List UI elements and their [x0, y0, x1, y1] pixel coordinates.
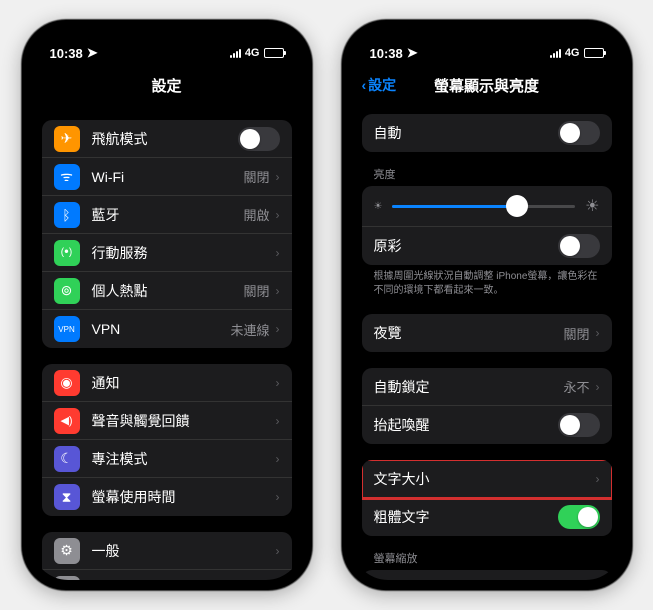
row-sounds[interactable]: ◀) 聲音與觸覺回饋 ›: [42, 402, 292, 440]
row-bluetooth[interactable]: ᛒ 藍牙 開啟 ›: [42, 196, 292, 234]
back-button[interactable]: ‹ 設定: [362, 75, 397, 95]
section-auto: 自動: [362, 114, 612, 152]
header: ‹ 設定 螢幕顯示與亮度: [352, 66, 622, 104]
phone-frame-right: 10:38 ➤ 4G ‹ 設定 螢幕顯示與亮度 自動: [342, 20, 632, 590]
row-auto[interactable]: 自動: [362, 114, 612, 152]
screen-right: 10:38 ➤ 4G ‹ 設定 螢幕顯示與亮度 自動: [352, 30, 622, 580]
true-tone-toggle[interactable]: [558, 234, 600, 258]
chevron-icon: ›: [276, 208, 280, 222]
focus-icon: ☾: [54, 446, 80, 472]
row-focus[interactable]: ☾ 專注模式 ›: [42, 440, 292, 478]
network-label: 4G: [245, 47, 260, 59]
header: 設定: [32, 66, 302, 104]
chevron-left-icon: ‹: [362, 77, 367, 93]
chevron-icon: ›: [276, 544, 280, 558]
row-vpn[interactable]: VPN VPN 未連線 ›: [42, 310, 292, 348]
auto-toggle[interactable]: [558, 121, 600, 145]
row-cellular[interactable]: (ꔷ) 行動服務 ›: [42, 234, 292, 272]
section-zoom: 顯示畫面 標準 ›: [362, 570, 612, 580]
section-general: ⚙ 一般 › ⊟ 控制中心 › AA 螢幕顯示與亮度 › ⊞ 主畫面 ›: [42, 532, 292, 580]
row-control-center[interactable]: ⊟ 控制中心 ›: [42, 570, 292, 580]
chevron-icon: ›: [276, 490, 280, 504]
location-icon: ➤: [87, 45, 98, 61]
chevron-icon: ›: [276, 414, 280, 428]
row-night-shift[interactable]: 夜覽 關閉 ›: [362, 314, 612, 352]
section-night-shift: 夜覽 關閉 ›: [362, 314, 612, 352]
signal-icon: [550, 49, 561, 58]
sound-icon: ◀): [54, 408, 80, 434]
display-settings-list[interactable]: 自動 亮度 ☀ ☀ 原彩 根據周圍光線狀況: [352, 104, 622, 580]
sun-large-icon: ☀: [585, 196, 599, 216]
battery-icon: [264, 48, 284, 58]
chevron-icon: ›: [276, 376, 280, 390]
row-hotspot[interactable]: ⊚ 個人熱點 關閉 ›: [42, 272, 292, 310]
status-time: 10:38: [370, 46, 403, 61]
signal-icon: [230, 49, 241, 58]
network-label: 4G: [565, 47, 580, 59]
row-wifi[interactable]: ᯤ Wi-Fi 關閉 ›: [42, 158, 292, 196]
screen-left: 10:38 ➤ 4G 設定 ✈ 飛航模式 ᯤ: [32, 30, 302, 580]
chevron-icon: ›: [276, 452, 280, 466]
section-brightness: ☀ ☀ 原彩: [362, 186, 612, 265]
row-display-zoom[interactable]: 顯示畫面 標準 ›: [362, 570, 612, 580]
notch: [107, 20, 227, 44]
bluetooth-icon: ᛒ: [54, 202, 80, 228]
switches-icon: ⊟: [54, 576, 80, 581]
location-icon: ➤: [407, 45, 418, 61]
slider-thumb[interactable]: [506, 195, 528, 217]
row-text-size[interactable]: 文字大小 ›: [362, 460, 612, 498]
wifi-icon: ᯤ: [54, 164, 80, 190]
airplane-toggle[interactable]: [238, 127, 280, 151]
row-notifications[interactable]: ◉ 通知 ›: [42, 364, 292, 402]
chevron-icon: ›: [596, 380, 600, 394]
chevron-icon: ›: [276, 246, 280, 260]
section-text: 文字大小 › 粗體文字: [362, 460, 612, 536]
row-airplane[interactable]: ✈ 飛航模式: [42, 120, 292, 158]
row-general[interactable]: ⚙ 一般 ›: [42, 532, 292, 570]
page-title: 螢幕顯示與亮度: [434, 75, 539, 96]
gear-icon: ⚙: [54, 538, 80, 564]
page-title: 設定: [151, 75, 181, 96]
hourglass-icon: ⧗: [54, 484, 80, 510]
raise-to-wake-toggle[interactable]: [558, 413, 600, 437]
chevron-icon: ›: [596, 472, 600, 486]
section-network: ✈ 飛航模式 ᯤ Wi-Fi 關閉 › ᛒ 藍牙 開啟 › (ꔷ): [42, 120, 292, 348]
section-notifications: ◉ 通知 › ◀) 聲音與觸覺回饋 › ☾ 專注模式 › ⧗ 螢幕使用時間: [42, 364, 292, 516]
cellular-icon: (ꔷ): [54, 240, 80, 266]
row-raise-to-wake[interactable]: 抬起喚醒: [362, 406, 612, 444]
airplane-icon: ✈: [54, 126, 80, 152]
true-tone-footer: 根據周圍光線狀況自動調整 iPhone螢幕，讓色彩在不同的環境下都看起來一致。: [362, 265, 612, 298]
row-auto-lock[interactable]: 自動鎖定 永不 ›: [362, 368, 612, 406]
hotspot-icon: ⊚: [54, 278, 80, 304]
brightness-slider[interactable]: [392, 205, 575, 208]
brightness-slider-row: ☀ ☀: [362, 186, 612, 227]
brightness-header: 亮度: [362, 152, 612, 186]
chevron-icon: ›: [596, 326, 600, 340]
row-screentime[interactable]: ⧗ 螢幕使用時間 ›: [42, 478, 292, 516]
battery-icon: [584, 48, 604, 58]
section-lock: 自動鎖定 永不 › 抬起喚醒: [362, 368, 612, 444]
row-bold-text[interactable]: 粗體文字: [362, 498, 612, 536]
settings-list[interactable]: ✈ 飛航模式 ᯤ Wi-Fi 關閉 › ᛒ 藍牙 開啟 › (ꔷ): [32, 104, 302, 580]
status-time: 10:38: [50, 46, 83, 61]
chevron-icon: ›: [276, 284, 280, 298]
bold-text-toggle[interactable]: [558, 505, 600, 529]
notch: [427, 20, 547, 44]
sun-small-icon: ☀: [374, 201, 383, 212]
vpn-icon: VPN: [54, 316, 80, 342]
chevron-icon: ›: [276, 170, 280, 184]
phone-frame-left: 10:38 ➤ 4G 設定 ✈ 飛航模式 ᯤ: [22, 20, 312, 590]
row-true-tone[interactable]: 原彩: [362, 227, 612, 265]
notification-icon: ◉: [54, 370, 80, 396]
chevron-icon: ›: [276, 322, 280, 336]
zoom-header: 螢幕縮放: [362, 536, 612, 570]
